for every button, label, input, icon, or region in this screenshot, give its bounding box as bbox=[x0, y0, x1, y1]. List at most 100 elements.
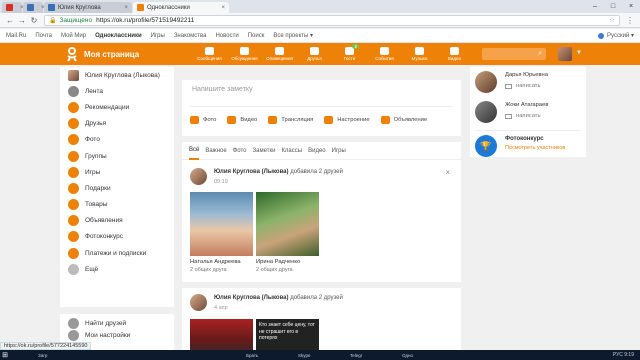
taskbar-item[interactable] bbox=[192, 350, 216, 360]
bookmark-star-icon[interactable]: ☆ bbox=[609, 16, 615, 24]
nav-events[interactable]: События bbox=[367, 43, 402, 65]
link-search[interactable]: Поиск bbox=[248, 33, 265, 39]
reload-icon[interactable]: ↻ bbox=[28, 14, 40, 26]
tab-all[interactable]: Всё bbox=[189, 142, 200, 160]
video-button[interactable]: Видео bbox=[227, 116, 257, 124]
forward-icon[interactable]: → bbox=[16, 14, 28, 26]
maximize-button[interactable]: □ bbox=[604, 0, 622, 12]
nav-messages[interactable]: Сообщения bbox=[192, 43, 227, 65]
browser-tab-vk[interactable]: × bbox=[23, 2, 45, 13]
menu-icon[interactable]: ⋮ bbox=[624, 14, 636, 26]
ok-logo-icon[interactable] bbox=[64, 46, 80, 62]
taskbar-item[interactable] bbox=[374, 350, 398, 360]
sidebar-item-4[interactable]: Фото bbox=[60, 132, 174, 148]
taskbar-item[interactable] bbox=[88, 350, 112, 360]
sidebar-item-7[interactable]: Подарки bbox=[60, 180, 174, 196]
close-icon[interactable]: × bbox=[217, 5, 225, 11]
link-odnoklassniki[interactable]: Одноклассники bbox=[95, 33, 142, 39]
avatar[interactable] bbox=[190, 294, 207, 311]
link-mymir[interactable]: Мой Мир bbox=[61, 33, 86, 39]
browser-tab-profile[interactable]: Юлия Круглова × bbox=[44, 2, 132, 13]
link-all-projects[interactable]: Все проекты ▾ bbox=[273, 32, 313, 39]
close-icon[interactable]: × bbox=[120, 5, 128, 11]
taskbar-item[interactable] bbox=[140, 350, 164, 360]
link-games[interactable]: Игры bbox=[151, 33, 165, 39]
taskbar-item[interactable]: Брать bbox=[244, 350, 268, 360]
nav-guests[interactable]: Гости 2 bbox=[332, 43, 367, 65]
tab-likes[interactable]: Классы bbox=[281, 142, 302, 160]
windows-start-icon[interactable]: ⊞ bbox=[0, 350, 10, 360]
link-dating[interactable]: Знакомства bbox=[174, 33, 207, 39]
taskbar-item[interactable] bbox=[166, 350, 190, 360]
sidebar-item-3[interactable]: Друзья bbox=[60, 116, 174, 132]
taskbar-item[interactable] bbox=[10, 350, 34, 360]
taskbar-item[interactable] bbox=[270, 350, 294, 360]
search-input[interactable]: ⌕ bbox=[482, 48, 546, 60]
sidebar-item-1[interactable]: Лента bbox=[60, 83, 174, 99]
write-message-button[interactable]: написать bbox=[505, 83, 540, 89]
sidebar-bottom-item-1[interactable]: Мои настройки bbox=[60, 329, 174, 341]
sidebar-item-0[interactable]: Юлия Круглова (Лыкова) bbox=[60, 67, 174, 83]
language-selector[interactable]: Русский ▾ bbox=[598, 32, 634, 39]
url-input[interactable]: 🔒 Защищено https://ok.ru/profile/5715194… bbox=[44, 14, 620, 26]
browser-tab-ok[interactable]: Одноклассники × bbox=[133, 2, 229, 13]
taskbar-item[interactable]: Загр bbox=[36, 350, 60, 360]
taskbar-item[interactable]: Telegr bbox=[348, 350, 372, 360]
sidebar-item-5[interactable]: Группы bbox=[60, 148, 174, 164]
nav-friends[interactable]: Друзья bbox=[297, 43, 332, 65]
link-mail[interactable]: Почта bbox=[35, 33, 52, 39]
my-page-link[interactable]: Моя страница bbox=[84, 50, 139, 59]
friend-name[interactable]: Дарья Юрьевна bbox=[505, 72, 548, 78]
friend-name[interactable]: Жоки Атагараев bbox=[505, 102, 548, 108]
sidebar-item-2[interactable]: Рекомендации bbox=[60, 99, 174, 115]
sidebar-bottom-item-0[interactable]: Найти друзей bbox=[60, 317, 174, 329]
avatar[interactable] bbox=[475, 71, 497, 93]
browser-tab-gmail[interactable]: × bbox=[2, 2, 24, 13]
post-author[interactable]: Юлия Круглова (Лыкова) bbox=[214, 169, 289, 175]
nav-music[interactable]: Музыка bbox=[402, 43, 437, 65]
tab-games[interactable]: Игры bbox=[332, 142, 346, 160]
common-friends[interactable]: 2 общих друга bbox=[190, 267, 227, 273]
view-participants-link[interactable]: Посмотреть участников bbox=[505, 145, 565, 151]
friend-name[interactable]: Наталья Андреева bbox=[190, 259, 241, 265]
tab-important[interactable]: Важное bbox=[205, 142, 226, 160]
close-window-button[interactable]: × bbox=[622, 0, 640, 12]
taskbar-item[interactable] bbox=[62, 350, 86, 360]
back-icon[interactable]: ← bbox=[4, 14, 16, 26]
friend-name[interactable]: Ирина Радченко bbox=[256, 259, 300, 265]
contest-title[interactable]: Фотоконкурс bbox=[505, 136, 544, 142]
mood-button[interactable]: Настроение bbox=[324, 116, 370, 124]
taskbar-item[interactable]: Одно bbox=[400, 350, 424, 360]
sidebar-item-10[interactable]: Фотоконкурс bbox=[60, 229, 174, 245]
write-message-button[interactable]: написать bbox=[505, 113, 540, 119]
minimize-button[interactable]: – bbox=[586, 0, 604, 12]
avatar[interactable] bbox=[475, 101, 497, 123]
sidebar-item-9[interactable]: Объявления bbox=[60, 213, 174, 229]
nav-notifications[interactable]: Оповещения bbox=[262, 43, 297, 65]
tab-photo[interactable]: Фото bbox=[233, 142, 247, 160]
nav-discussions[interactable]: Обсуждения bbox=[227, 43, 262, 65]
broadcast-button[interactable]: Трансляция bbox=[268, 116, 313, 124]
friend-photo[interactable] bbox=[190, 192, 253, 256]
sidebar-item-6[interactable]: Игры bbox=[60, 164, 174, 180]
chevron-down-icon[interactable]: ▼ bbox=[576, 50, 582, 56]
close-icon[interactable]: × bbox=[445, 168, 450, 177]
avatar[interactable] bbox=[190, 168, 207, 185]
post-author[interactable]: Юлия Круглова (Лыкова) bbox=[214, 295, 289, 301]
nav-video[interactable]: Видео bbox=[437, 43, 472, 65]
sidebar-item-11[interactable]: Платежи и подписки bbox=[60, 245, 174, 261]
system-tray[interactable]: РУС 9:19 bbox=[613, 352, 640, 358]
tab-video[interactable]: Видео bbox=[308, 142, 326, 160]
search-icon[interactable]: ⌕ bbox=[538, 50, 542, 58]
note-input[interactable]: Напишите заметку bbox=[192, 86, 253, 93]
friend-photo[interactable] bbox=[256, 192, 319, 256]
sidebar-item-12[interactable]: Ещё bbox=[60, 261, 174, 277]
common-friends[interactable]: 2 общих друга bbox=[256, 267, 293, 273]
ad-button[interactable]: Объявление bbox=[380, 116, 427, 124]
taskbar-item[interactable] bbox=[218, 350, 242, 360]
sidebar-item-8[interactable]: Товары bbox=[60, 197, 174, 213]
taskbar-item[interactable] bbox=[114, 350, 138, 360]
link-mailru[interactable]: Mail.Ru bbox=[6, 33, 26, 39]
photo-button[interactable]: Фото bbox=[190, 116, 216, 124]
taskbar-item[interactable] bbox=[322, 350, 346, 360]
